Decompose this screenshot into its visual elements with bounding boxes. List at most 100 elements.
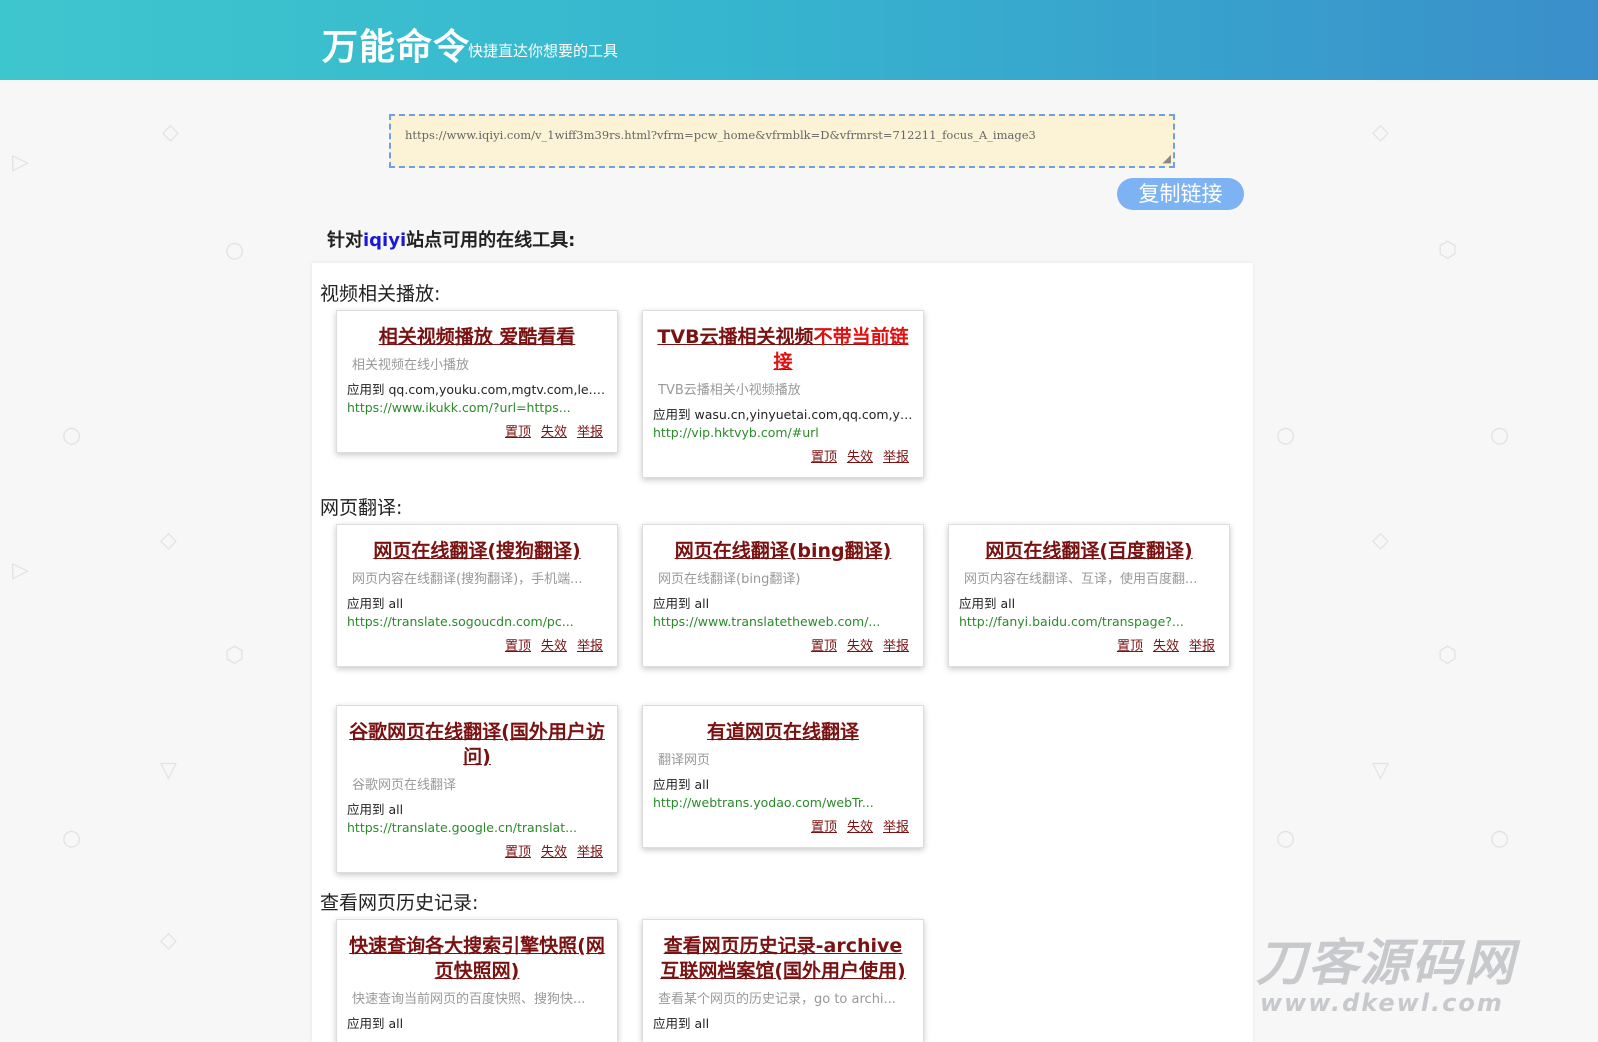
tool-card-actions: 置顶 失效 举报 bbox=[643, 816, 909, 835]
tool-card: 网页在线翻译(bing翻译) 网页在线翻译(bing翻译) 应用到 all ht… bbox=[642, 524, 924, 667]
tool-card: 有道网页在线翻译 翻译网页 应用到 all http://webtrans.yo… bbox=[642, 705, 924, 848]
heading-suffix: 站点可用的在线工具: bbox=[406, 230, 576, 251]
tool-card-desc: 翻译网页 bbox=[658, 753, 711, 768]
circle-decoration-icon: ○ bbox=[62, 423, 82, 448]
circle-decoration-icon: ○ bbox=[62, 826, 82, 851]
tool-card-actions: 置顶 失效 举报 bbox=[337, 841, 603, 860]
report-link[interactable]: 举报 bbox=[883, 639, 909, 654]
tool-card: 查看网页历史记录-archive互联网档案馆(国外用户使用) 查看某个网页的历史… bbox=[642, 919, 924, 1042]
watermark-en: www.dkewl.com bbox=[1260, 989, 1504, 1017]
tool-card-desc: 查看某个网页的历史记录，go to archi... bbox=[658, 992, 896, 1007]
url-textarea[interactable]: https://www.iqiyi.com/v_1wiff3m39rs.html… bbox=[389, 114, 1175, 168]
tool-card-apply: 应用到 all bbox=[653, 596, 710, 611]
heading-prefix: 针对 bbox=[327, 230, 363, 251]
invalid-link[interactable]: 失效 bbox=[1153, 639, 1179, 654]
circle-decoration-icon: ○ bbox=[1276, 826, 1296, 851]
hexagon-decoration-icon: ⬡ bbox=[1438, 643, 1458, 668]
tool-card-apply: 应用到 all bbox=[347, 596, 404, 611]
report-link[interactable]: 举报 bbox=[1189, 639, 1215, 654]
tool-card-desc: 网页内容在线翻译(搜狗翻译)，手机端... bbox=[352, 572, 583, 587]
copy-link-button[interactable]: 复制链接 bbox=[1117, 178, 1244, 210]
tool-card-url: https://translate.google.cn/translat... bbox=[347, 820, 578, 835]
pin-link[interactable]: 置顶 bbox=[505, 425, 531, 440]
tool-card: 网页在线翻译(搜狗翻译) 网页内容在线翻译(搜狗翻译)，手机端... 应用到 a… bbox=[336, 524, 618, 667]
triangle-decoration-icon: ▷ bbox=[12, 150, 29, 175]
tool-card-desc: 快速查询当前网页的百度快照、搜狗快... bbox=[352, 992, 586, 1007]
tool-card-title[interactable]: 有道网页在线翻译 bbox=[655, 720, 911, 745]
tool-card-title-main[interactable]: TVB云播相关视频 bbox=[657, 326, 813, 348]
pin-link[interactable]: 置顶 bbox=[505, 845, 531, 860]
circle-decoration-icon: ○ bbox=[1276, 423, 1296, 448]
pin-link[interactable]: 置顶 bbox=[1117, 639, 1143, 654]
tool-card-title[interactable]: 网页在线翻译(搜狗翻译) bbox=[349, 539, 605, 564]
report-link[interactable]: 举报 bbox=[883, 450, 909, 465]
report-link[interactable]: 举报 bbox=[577, 639, 603, 654]
diamond-decoration-icon: ◇ bbox=[1372, 528, 1389, 553]
tool-card-desc: 网页在线翻译(bing翻译) bbox=[658, 572, 801, 587]
tool-card-actions: 置顶 失效 举报 bbox=[643, 635, 909, 654]
invalid-link[interactable]: 失效 bbox=[541, 425, 567, 440]
tool-card-apply: 应用到 all bbox=[653, 1016, 710, 1031]
invalid-link[interactable]: 失效 bbox=[847, 820, 873, 835]
report-link[interactable]: 举报 bbox=[883, 820, 909, 835]
pin-link[interactable]: 置顶 bbox=[811, 820, 837, 835]
tool-card-title[interactable]: 快速查询各大搜索引擎快照(网页快照网) bbox=[349, 934, 605, 984]
diamond-decoration-icon: ◇ bbox=[162, 120, 179, 145]
site-name: iqiyi bbox=[363, 230, 407, 251]
tool-card-url: https://www.ikukk.com/?url=https... bbox=[347, 400, 571, 415]
tool-card-title[interactable]: 谷歌网页在线翻译(国外用户访问) bbox=[349, 720, 605, 770]
invalid-link[interactable]: 失效 bbox=[847, 450, 873, 465]
tool-card-actions: 置顶 失效 举报 bbox=[643, 446, 909, 465]
section-title-video: 视频相关播放: bbox=[320, 283, 441, 305]
tool-card-title[interactable]: TVB云播相关视频不带当前链接 bbox=[655, 325, 911, 375]
invalid-link[interactable]: 失效 bbox=[541, 845, 567, 860]
report-link[interactable]: 举报 bbox=[577, 425, 603, 440]
tool-card-apply: 应用到 all bbox=[347, 1016, 404, 1031]
tool-card-title[interactable]: 相关视频播放 爱酷看看 bbox=[349, 325, 605, 350]
tool-card-title[interactable]: 网页在线翻译(百度翻译) bbox=[961, 539, 1217, 564]
site-logo-text[interactable]: 万能命令 bbox=[322, 18, 470, 70]
tool-card-apply: 应用到 all bbox=[653, 777, 710, 792]
triangle-decoration-icon: ▽ bbox=[1372, 758, 1389, 783]
tool-card-actions: 置顶 失效 举报 bbox=[949, 635, 1215, 654]
circle-decoration-icon: ○ bbox=[1490, 826, 1510, 851]
report-link[interactable]: 举报 bbox=[577, 845, 603, 860]
hexagon-decoration-icon: ⬡ bbox=[1438, 238, 1458, 263]
tool-card-desc: 谷歌网页在线翻译 bbox=[352, 778, 457, 793]
tool-card-actions: 置顶 失效 举报 bbox=[337, 635, 603, 654]
triangle-decoration-icon: ▽ bbox=[160, 758, 177, 783]
tool-card-actions: 置顶 失效 举报 bbox=[337, 421, 603, 440]
circle-decoration-icon: ○ bbox=[1490, 423, 1510, 448]
tool-card-apply: 应用到 wasu.cn,yinyuetai.com,qq.com,youku..… bbox=[653, 407, 915, 422]
tool-card-desc: TVB云播相关小视频播放 bbox=[658, 383, 801, 398]
pin-link[interactable]: 置顶 bbox=[811, 450, 837, 465]
url-value: https://www.iqiyi.com/v_1wiff3m39rs.html… bbox=[405, 128, 1036, 142]
pin-link[interactable]: 置顶 bbox=[505, 639, 531, 654]
watermark-cn: 刀客源码网 bbox=[1256, 934, 1516, 992]
tool-card-desc: 网页内容在线翻译、互译，使用百度翻... bbox=[964, 572, 1198, 587]
section-title-translate: 网页翻译: bbox=[320, 497, 403, 519]
tool-card-apply: 应用到 qq.com,youku.com,mgtv.com,le.com,... bbox=[347, 382, 609, 397]
tool-card: 快速查询各大搜索引擎快照(网页快照网) 快速查询当前网页的百度快照、搜狗快...… bbox=[336, 919, 618, 1042]
tool-card-url: http://webtrans.yodao.com/webTr... bbox=[653, 795, 874, 810]
diamond-decoration-icon: ◇ bbox=[160, 528, 177, 553]
diamond-decoration-icon: ◇ bbox=[160, 928, 177, 953]
tool-card: 谷歌网页在线翻译(国外用户访问) 谷歌网页在线翻译 应用到 all https:… bbox=[336, 705, 618, 873]
resize-grip-icon[interactable]: ◢ bbox=[1163, 152, 1171, 165]
tool-card-title[interactable]: 查看网页历史记录-archive互联网档案馆(国外用户使用) bbox=[655, 934, 911, 984]
watermark: 刀客源码网 www.dkewl.com bbox=[1256, 936, 1516, 1016]
tool-card-apply: 应用到 all bbox=[959, 596, 1016, 611]
circle-decoration-icon: ○ bbox=[225, 238, 245, 263]
tool-card-desc: 相关视频在线小播放 bbox=[352, 358, 470, 373]
invalid-link[interactable]: 失效 bbox=[541, 639, 567, 654]
tool-card-url: http://fanyi.baidu.com/transpage?... bbox=[959, 614, 1184, 629]
site-tagline: 快捷直达你想要的工具 bbox=[468, 42, 619, 60]
hexagon-decoration-icon: ⬡ bbox=[225, 643, 245, 668]
site-tools-heading: 针对iqiyi站点可用的在线工具: bbox=[327, 226, 575, 252]
tool-card-title[interactable]: 网页在线翻译(bing翻译) bbox=[655, 539, 911, 564]
tool-card-url: http://vip.hktvyb.com/#url bbox=[653, 425, 819, 440]
tool-card-url: https://translate.sogoucdn.com/pc... bbox=[347, 614, 574, 629]
tool-card: TVB云播相关视频不带当前链接 TVB云播相关小视频播放 应用到 wasu.cn… bbox=[642, 310, 924, 478]
pin-link[interactable]: 置顶 bbox=[811, 639, 837, 654]
invalid-link[interactable]: 失效 bbox=[847, 639, 873, 654]
